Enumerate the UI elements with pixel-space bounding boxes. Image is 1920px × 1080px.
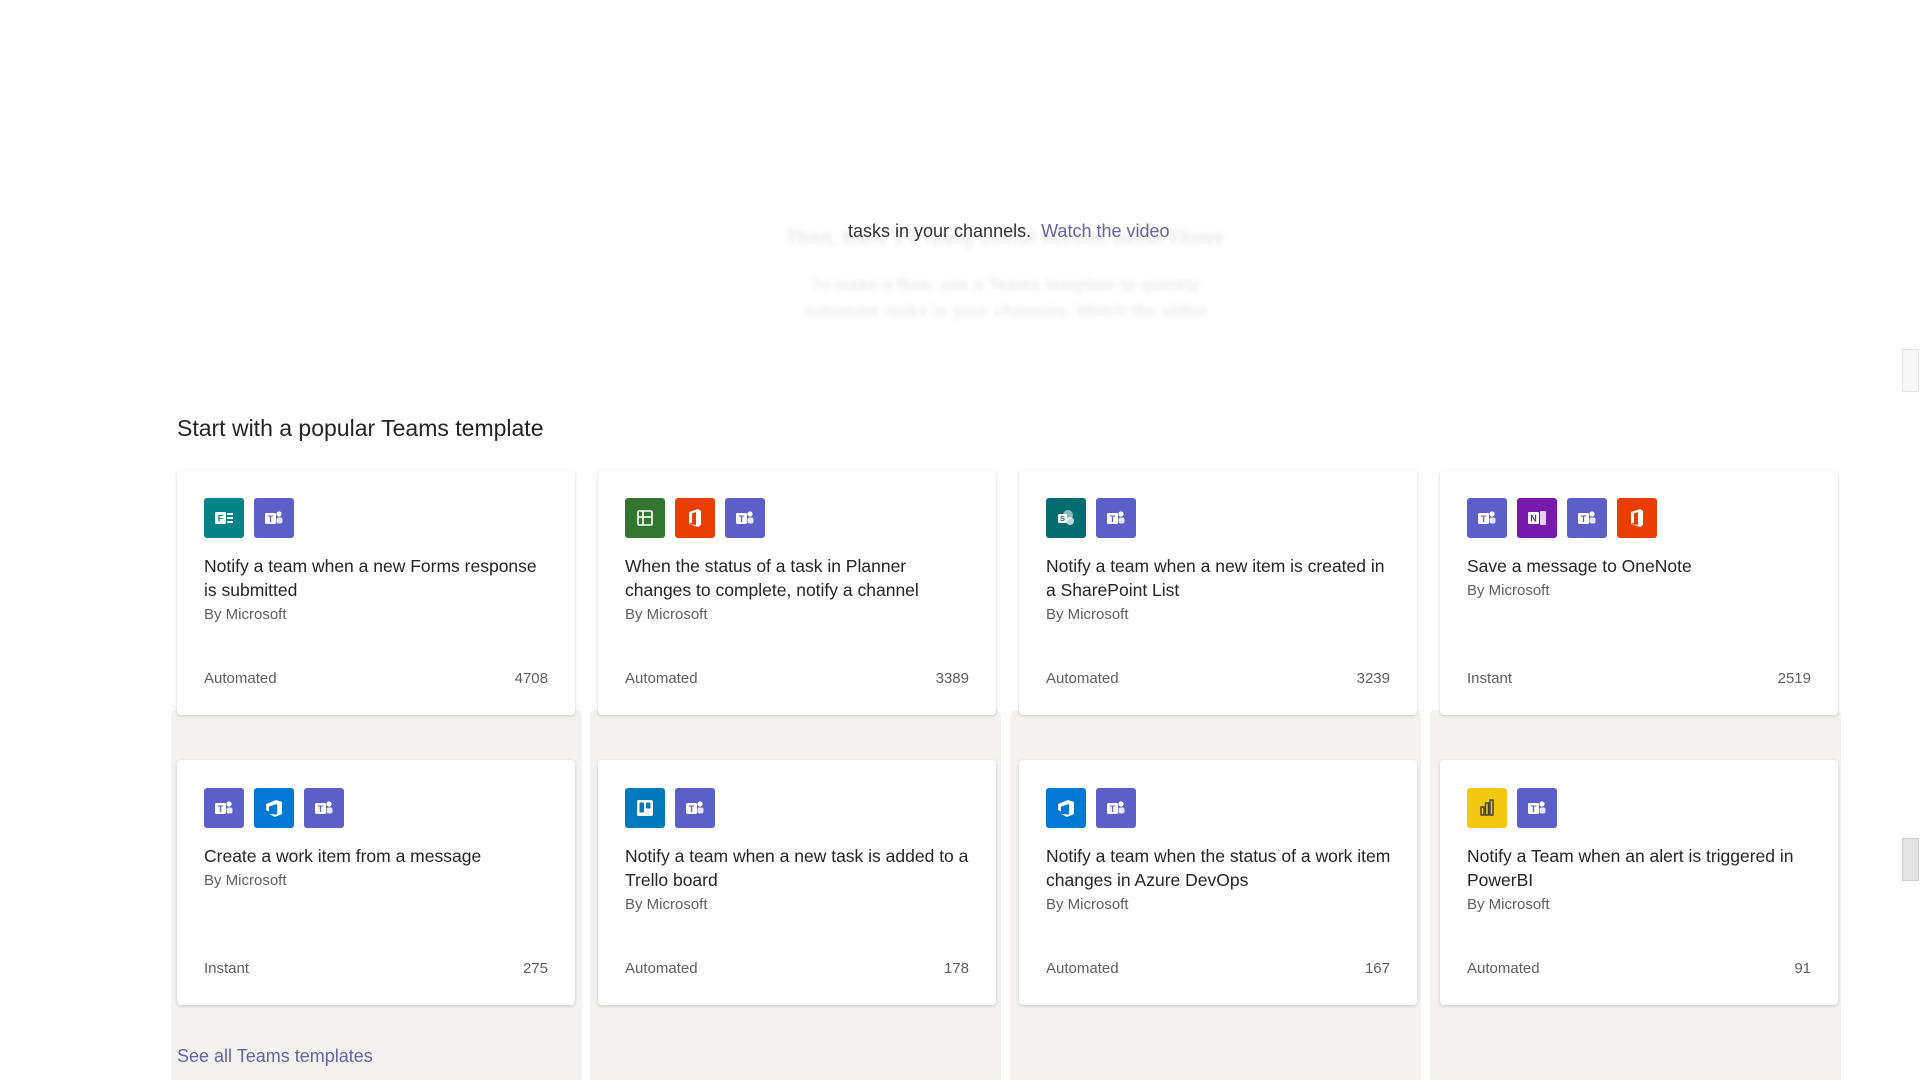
svg-text:T: T: [1481, 514, 1487, 524]
svg-text:T: T: [689, 804, 695, 814]
template-title: Notify a team when a new task is added t…: [625, 846, 969, 890]
template-usage-count: 275: [522, 960, 548, 977]
template-type: Automated: [625, 960, 698, 977]
template-usage-count: 3239: [1356, 670, 1390, 687]
template-usage-count: 178: [943, 960, 969, 977]
teams-icon: T: [1567, 498, 1607, 538]
template-usage-count: 167: [1364, 960, 1390, 977]
teams-icon: T: [254, 498, 294, 538]
teams-icon: T: [1096, 498, 1136, 538]
teams-icon: T: [1096, 788, 1136, 828]
svg-text:T: T: [218, 804, 224, 814]
template-type: Automated: [1046, 960, 1119, 977]
svg-text:F: F: [218, 514, 224, 524]
connector-icons: T: [625, 498, 765, 538]
svg-text:T: T: [1531, 804, 1537, 814]
template-title: Create a work item from a message: [204, 846, 482, 866]
template-title: Save a message to OneNote: [1467, 556, 1692, 576]
template-author: By Microsoft: [204, 872, 287, 889]
see-all-templates-link[interactable]: See all Teams templates: [177, 1046, 373, 1067]
template-author: By Microsoft: [1467, 582, 1550, 599]
svg-text:T: T: [739, 514, 745, 524]
connector-icons: TT: [204, 788, 344, 828]
trello-icon: [625, 788, 665, 828]
onenote-icon: N: [1517, 498, 1557, 538]
teams-icon: T: [675, 788, 715, 828]
template-author: By Microsoft: [1046, 896, 1129, 913]
svg-text:T: T: [268, 514, 274, 524]
template-type: Automated: [204, 670, 277, 687]
template-author: By Microsoft: [1046, 606, 1129, 623]
template-card[interactable]: T Notify a Team when an alert is triggere…: [1440, 760, 1838, 1005]
template-card[interactable]: T N T Save a message to OneNote By Microsoft…: [1440, 470, 1838, 715]
connector-icons: T: [625, 788, 715, 828]
connector-icons: T: [1467, 788, 1557, 828]
template-author: By Microsoft: [1467, 896, 1550, 913]
section-title: Start with a popular Teams template: [177, 415, 544, 441]
teams-icon: T: [204, 788, 244, 828]
scrollbar-thumb[interactable]: [1902, 349, 1919, 392]
template-title: Notify a team when a new item is created…: [1046, 556, 1385, 600]
teams-icon: T: [1467, 498, 1507, 538]
svg-text:N: N: [1530, 514, 1537, 524]
azure-devops-icon: [254, 788, 294, 828]
template-author: By Microsoft: [204, 606, 287, 623]
azure-devops-icon: [1046, 788, 1086, 828]
template-author: By Microsoft: [625, 896, 708, 913]
scrollbar-thumb[interactable]: [1902, 838, 1919, 881]
office-icon: [1617, 498, 1657, 538]
ghost-body: To make a flow, use a Teams template to …: [803, 275, 1207, 320]
template-usage-count: 3389: [935, 670, 969, 687]
flows-page: Then, there's a really useful section ab…: [0, 0, 1920, 1080]
planner-icon: [625, 498, 665, 538]
intro-sentence: tasks in your channels.: [848, 221, 1032, 241]
connector-icons: FT: [204, 498, 294, 538]
template-title: Notify a Team when an alert is triggered…: [1467, 846, 1794, 890]
template-usage-count: 4708: [514, 670, 548, 687]
intro-text: tasks in your channels. Watch the video: [848, 221, 1170, 242]
template-title: Notify a team when a new Forms response …: [204, 556, 537, 600]
svg-text:T: T: [1581, 514, 1587, 524]
template-author: By Microsoft: [625, 606, 708, 623]
template-type: Automated: [1046, 670, 1119, 687]
connector-icons: TNT: [1467, 498, 1657, 538]
powerbi-icon: [1467, 788, 1507, 828]
template-usage-count: 2519: [1777, 670, 1811, 687]
teams-icon: T: [1517, 788, 1557, 828]
template-title: Notify a team when the status of a work …: [1046, 846, 1391, 890]
template-type: Automated: [625, 670, 698, 687]
svg-text:S: S: [1060, 514, 1065, 523]
template-card[interactable]: S T Notify a team when a new item is creat…: [1019, 470, 1417, 715]
sharepoint-icon: S: [1046, 498, 1086, 538]
teams-icon: T: [725, 498, 765, 538]
template-type: Instant: [1467, 670, 1513, 687]
forms-icon: F: [204, 498, 244, 538]
template-type: Automated: [1467, 960, 1540, 977]
template-card[interactable]: T Notify a team when the status of a work…: [1019, 760, 1417, 1005]
template-card[interactable]: T T Create a work item from a message By Mi…: [177, 760, 575, 1005]
connector-icons: ST: [1046, 498, 1136, 538]
svg-text:T: T: [318, 804, 324, 814]
template-card[interactable]: F T Notify a team when a new Forms respons…: [177, 470, 575, 715]
connector-icons: T: [1046, 788, 1136, 828]
office-icon: [675, 498, 715, 538]
template-title: When the status of a task in Planner cha…: [625, 556, 919, 600]
template-type: Instant: [204, 960, 250, 977]
watch-video-link[interactable]: Watch the video: [1041, 221, 1169, 241]
template-usage-count: 91: [1794, 960, 1811, 977]
template-card[interactable]: T When the status of a task in Planner ch…: [598, 470, 996, 715]
template-card[interactable]: T Notify a team when a new task is added …: [598, 760, 996, 1005]
teams-icon: T: [304, 788, 344, 828]
svg-text:T: T: [1110, 804, 1116, 814]
svg-text:T: T: [1110, 514, 1116, 524]
